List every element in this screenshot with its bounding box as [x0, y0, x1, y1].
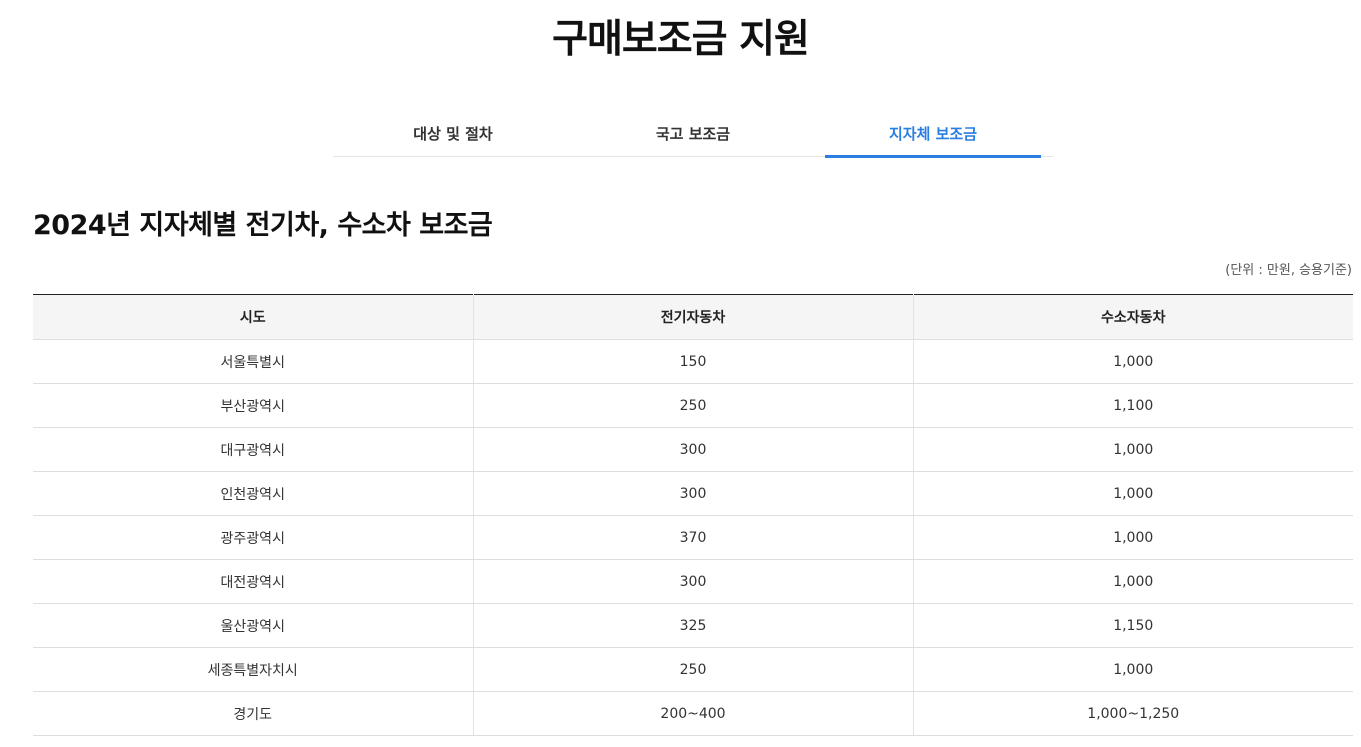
page: 구매보조금 지원 대상 및 절차 국고 보조금 지자체 보조금 2024년 지자… — [0, 0, 1361, 747]
hydrogen-value-cell: 1,000~1,250 — [912, 691, 1353, 736]
region-cell: 광주광역시 — [33, 515, 473, 560]
header-region: 시도 — [33, 294, 473, 340]
hydrogen-value-cell: 1,000 — [912, 647, 1353, 692]
electric-value-cell: 150 — [472, 339, 913, 384]
electric-value-cell: 300 — [472, 427, 913, 472]
table-row: 세종특별자치시 250 1,000 — [33, 647, 1353, 692]
header-hydrogen-vehicle: 수소자동차 — [912, 294, 1353, 340]
table-row: 광주광역시 370 1,000 — [33, 515, 1353, 560]
region-cell: 세종특별자치시 — [33, 647, 473, 692]
region-cell: 서울특별시 — [33, 339, 473, 384]
hydrogen-value-cell: 1,100 — [912, 383, 1353, 428]
electric-value-cell: 370 — [472, 515, 913, 560]
electric-value-cell: 250 — [472, 647, 913, 692]
region-cell: 대구광역시 — [33, 427, 473, 472]
region-cell: 부산광역시 — [33, 383, 473, 428]
hydrogen-value-cell: 1,150 — [912, 603, 1353, 648]
table-row: 대구광역시 300 1,000 — [33, 427, 1353, 472]
unit-note: (단위 : 만원, 승용기준) — [1225, 263, 1352, 278]
table-row: 부산광역시 250 1,100 — [33, 383, 1353, 428]
region-cell: 인천광역시 — [33, 471, 473, 516]
table-row: 서울특별시 150 1,000 — [33, 339, 1353, 384]
hydrogen-value-cell: 1,000 — [912, 471, 1353, 516]
page-title: 구매보조금 지원 — [552, 17, 810, 62]
subsidy-table: 시도 전기자동차 수소자동차 서울특별시 150 1,000 부산광역시 250… — [33, 294, 1353, 736]
tab-local-subsidy[interactable]: 지자체 보조금 — [813, 110, 1053, 158]
table-header-row: 시도 전기자동차 수소자동차 — [33, 294, 1353, 340]
table-row: 인천광역시 300 1,000 — [33, 471, 1353, 516]
hydrogen-value-cell: 1,000 — [912, 515, 1353, 560]
header-electric-vehicle: 전기자동차 — [472, 294, 913, 340]
hydrogen-value-cell: 1,000 — [912, 559, 1353, 604]
region-cell: 울산광역시 — [33, 603, 473, 648]
table-row: 대전광역시 300 1,000 — [33, 559, 1353, 604]
region-cell: 대전광역시 — [33, 559, 473, 604]
region-cell: 경기도 — [33, 691, 473, 736]
hydrogen-value-cell: 1,000 — [912, 427, 1353, 472]
section-title: 2024년 지자체별 전기차, 수소차 보조금 — [33, 210, 493, 241]
electric-value-cell: 325 — [472, 603, 913, 648]
electric-value-cell: 300 — [472, 471, 913, 516]
tab-national-subsidy[interactable]: 국고 보조금 — [573, 110, 813, 156]
tab-target-procedure[interactable]: 대상 및 절차 — [333, 110, 573, 156]
electric-value-cell: 300 — [472, 559, 913, 604]
tab-bar: 대상 및 절차 국고 보조금 지자체 보조금 — [333, 110, 1053, 158]
table-row: 울산광역시 325 1,150 — [33, 603, 1353, 648]
electric-value-cell: 250 — [472, 383, 913, 428]
hydrogen-value-cell: 1,000 — [912, 339, 1353, 384]
electric-value-cell: 200~400 — [472, 691, 913, 736]
table-row: 경기도 200~400 1,000~1,250 — [33, 691, 1353, 736]
